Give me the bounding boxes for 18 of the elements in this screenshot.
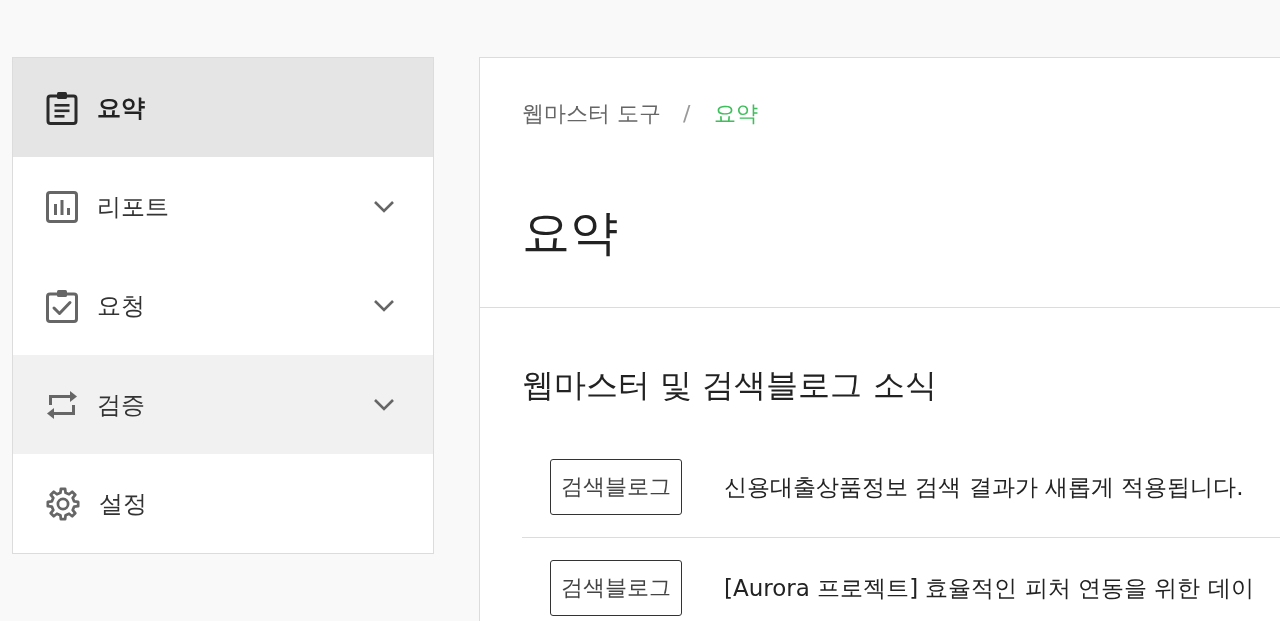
category-tag: 검색블로그	[550, 560, 682, 616]
chevron-down-icon	[373, 398, 395, 411]
breadcrumb-separator: /	[683, 100, 691, 128]
page-title: 요약	[522, 203, 618, 261]
news-title-link[interactable]: [Aurora 프로젝트] 효율적인 피처 연동을 위한 데이	[724, 572, 1254, 604]
repeat-icon	[46, 388, 78, 421]
clipboard-list-icon	[46, 90, 78, 125]
bar-chart-icon	[46, 190, 78, 223]
chevron-down-icon	[373, 299, 395, 312]
settings-icon	[46, 486, 80, 521]
sidebar-item[interactable]: 검증	[13, 355, 433, 454]
section-heading: 웹마스터 및 검색블로그 소식	[522, 365, 937, 406]
sidebar-item[interactable]: 요약	[13, 58, 433, 157]
clipboard-check-icon	[46, 288, 78, 323]
chevron-down-icon	[373, 200, 395, 213]
breadcrumb-link[interactable]: 웹마스터 도구	[522, 98, 661, 129]
news-title-link[interactable]: 신용대출상품정보 검색 결과가 새롭게 적용됩니다.	[724, 471, 1244, 503]
category-tag: 검색블로그	[550, 459, 682, 515]
